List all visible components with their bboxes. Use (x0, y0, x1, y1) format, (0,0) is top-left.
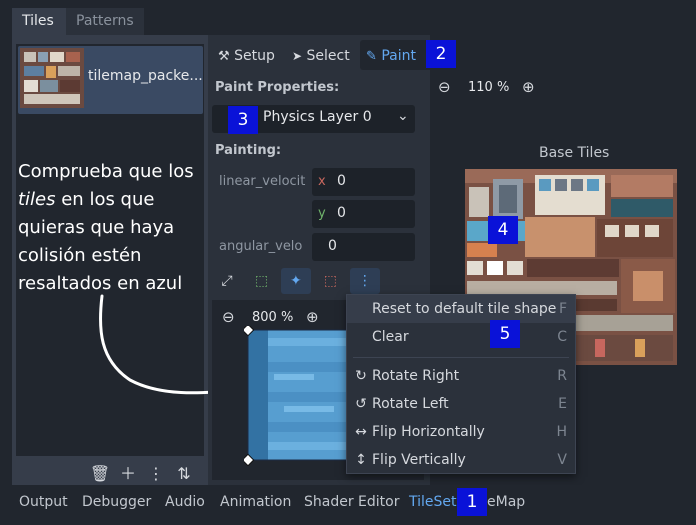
tab-audio[interactable]: Audio (165, 494, 205, 510)
expand-icon[interactable]: ⤢ (212, 268, 242, 294)
source-actions: 🗑 ＋ ⋮ ⇅ (86, 460, 206, 484)
tab-tileset[interactable]: TileSet (409, 494, 457, 510)
menu-shortcut: E (558, 396, 567, 412)
delete-point-icon[interactable]: ⬚ (315, 268, 345, 294)
atlas-title: Base Tiles (539, 145, 610, 161)
step-badge-1: 1 (457, 488, 487, 516)
annotation-line: Comprueba que los (18, 161, 194, 182)
painting-title: Painting: (215, 143, 282, 158)
source-name: tilemap_packe... (88, 68, 203, 84)
select-label: Select (306, 48, 350, 64)
tab-output[interactable]: Output (19, 494, 68, 510)
menu-shortcut: F (558, 301, 567, 317)
menu-item-flip-vertically[interactable]: ↕ Flip Vertically V (347, 446, 575, 474)
angular-value: 0 (328, 238, 337, 254)
chevron-down-icon: ⌄ (397, 108, 409, 124)
flip-vertical-icon: ↕ (355, 452, 367, 468)
annotation-line: tiles en los que (18, 189, 155, 210)
step-badge-4: 4 (488, 216, 518, 244)
y-axis-label: y (318, 206, 326, 221)
menu-shortcut: V (557, 452, 567, 468)
menu-shortcut: H (556, 424, 567, 440)
editor-zoom: 800 % (252, 310, 294, 325)
paint-button[interactable]: ✎ Paint (366, 42, 416, 70)
more-vertical-icon[interactable]: ⋮ (142, 464, 170, 483)
flip-horizontal-icon: ↔ (355, 424, 367, 440)
tutorial-annotation: Comprueba que los tiles en los que quier… (18, 158, 208, 298)
step-badge-2: 2 (426, 40, 456, 68)
menu-item-label: Flip Horizontally (372, 424, 485, 440)
rotate-left-icon: ↺ (355, 396, 367, 412)
annotation-line: colisión estén (18, 245, 142, 266)
menu-shortcut: C (557, 329, 567, 345)
context-menu: Reset to default tile shape F Clear C ↻ … (346, 294, 576, 474)
menu-item-label: Clear (372, 329, 409, 345)
tab-tilemap[interactable]: eMap (487, 494, 525, 510)
linear-velocity-label: linear_velocit (219, 174, 306, 189)
menu-item-label: Reset to default tile shape (372, 301, 557, 317)
atlas-zoom-in-icon[interactable]: ⊕ (522, 78, 535, 96)
linear-velocity-x-field[interactable] (312, 168, 415, 196)
brush-icon: ✎ (366, 49, 377, 64)
x-axis-label: x (318, 174, 326, 189)
annotation-line: quieras que haya (18, 217, 175, 238)
setup-label: Setup (234, 48, 275, 64)
menu-item-flip-horizontally[interactable]: ↔ Flip Horizontally H (347, 418, 575, 446)
atlas-zoom-out-icon[interactable]: ⊖ (438, 78, 451, 96)
x-value: 0 (337, 173, 346, 189)
paint-label: Paint (381, 48, 417, 64)
sort-icon[interactable]: ⇅ (170, 464, 198, 483)
edit-points-icon[interactable]: ✦ (280, 268, 311, 294)
select-button[interactable]: ➤ Select (292, 42, 350, 70)
polygon-tools: ⤢ ⬚ ✦ ⬚ ⋮ ↷ (212, 268, 422, 315)
paint-properties-title: Paint Properties: (215, 80, 340, 95)
tab-shader-editor[interactable]: Shader Editor (304, 494, 399, 510)
tab-patterns[interactable]: Patterns (66, 8, 144, 35)
linear-velocity-y-field[interactable] (312, 200, 415, 228)
step-badge-5: 5 (490, 320, 520, 348)
menu-item-label: Rotate Right (372, 368, 460, 384)
tab-debugger[interactable]: Debugger (82, 494, 151, 510)
trash-icon[interactable]: 🗑 (86, 464, 114, 483)
y-value: 0 (337, 205, 346, 221)
angular-velocity-label: angular_velo (219, 239, 303, 254)
tab-tiles[interactable]: Tiles (12, 8, 66, 35)
zoom-out-icon[interactable]: ⊖ (222, 308, 235, 326)
menu-item-label: Rotate Left (372, 396, 449, 412)
menu-item-rotate-right[interactable]: ↻ Rotate Right R (347, 362, 575, 390)
physics-layer-value: Physics Layer 0 (263, 109, 372, 125)
add-icon[interactable]: ＋ (114, 460, 142, 484)
atlas-zoom: 110 % (468, 80, 510, 95)
more-options-icon[interactable]: ⋮ (349, 268, 380, 294)
menu-item-reset-shape[interactable]: Reset to default tile shape F (347, 295, 575, 323)
wrench-icon: ⚒ (218, 49, 230, 64)
menu-shortcut: R (557, 368, 567, 384)
menu-item-label: Flip Vertically (372, 452, 466, 468)
zoom-in-icon[interactable]: ⊕ (306, 308, 319, 326)
source-thumbnail (20, 48, 84, 108)
cursor-icon: ➤ (292, 49, 303, 63)
add-point-icon[interactable]: ⬚ (246, 268, 276, 294)
collision-tile-preview (244, 326, 349, 466)
menu-item-rotate-left[interactable]: ↺ Rotate Left E (347, 390, 575, 418)
setup-button[interactable]: ⚒ Setup (218, 42, 275, 70)
tab-animation[interactable]: Animation (220, 494, 291, 510)
menu-separator (353, 357, 569, 358)
menu-item-clear[interactable]: Clear C (347, 323, 575, 351)
rotate-right-icon: ↻ (355, 368, 367, 384)
step-badge-3: 3 (228, 106, 258, 134)
